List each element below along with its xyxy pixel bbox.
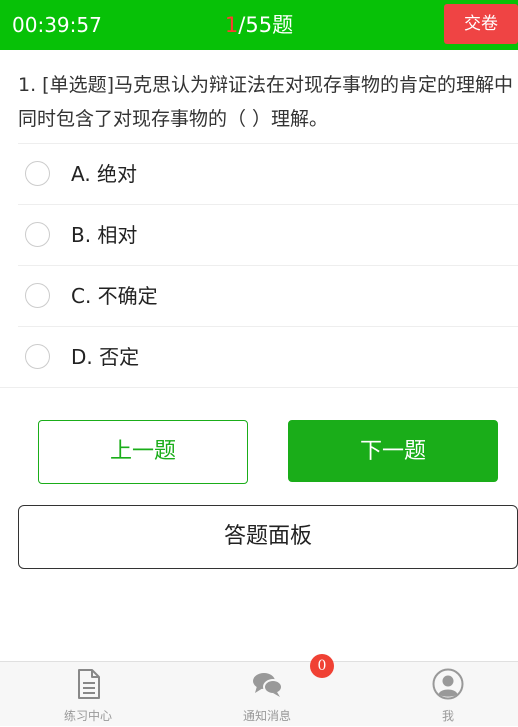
- countdown-timer: 00:39:57: [12, 13, 102, 37]
- user-avatar-icon: [432, 668, 464, 700]
- options-list: A. 绝对 B. 相对 C. 不确定 D. 否定: [0, 143, 518, 388]
- tab-label: 我: [441, 709, 454, 723]
- option-b[interactable]: B. 相对: [0, 205, 518, 265]
- tab-notifications[interactable]: 通知消息: [207, 662, 327, 727]
- top-bar: 00:39:57 1/55题 交卷: [0, 0, 518, 50]
- option-d[interactable]: D. 否定: [0, 327, 518, 387]
- question-text: 1. [单选题]马克思认为辩证法在对现存事物的肯定的理解中同时包含了对现存事物的…: [18, 74, 513, 130]
- tab-me[interactable]: 我: [388, 662, 508, 727]
- option-label: D. 否定: [71, 345, 140, 369]
- tab-label: 通知消息: [242, 709, 291, 723]
- option-label: B. 相对: [71, 223, 138, 247]
- option-label: C. 不确定: [71, 284, 158, 308]
- tab-practice-center[interactable]: 练习中心: [28, 662, 148, 727]
- bottom-tab-bar: 练习中心 通知消息 我: [0, 661, 518, 726]
- option-a[interactable]: A. 绝对: [0, 144, 518, 204]
- tab-label: 练习中心: [63, 709, 112, 723]
- answer-panel-button[interactable]: 答题面板: [18, 505, 518, 569]
- notification-badge: 0: [310, 654, 334, 678]
- radio-circle-icon[interactable]: [25, 222, 50, 247]
- document-icon: [78, 669, 100, 699]
- submit-exam-button[interactable]: 交卷: [444, 4, 518, 44]
- radio-circle-icon[interactable]: [25, 344, 50, 369]
- progress-current: 1: [224, 13, 239, 37]
- progress-total: /55题: [238, 13, 294, 37]
- next-question-button[interactable]: 下一题: [288, 420, 498, 482]
- option-c[interactable]: C. 不确定: [0, 266, 518, 326]
- chat-bubbles-icon: [253, 673, 283, 697]
- radio-circle-icon[interactable]: [25, 161, 50, 186]
- option-label: A. 绝对: [71, 162, 138, 186]
- divider: [0, 387, 518, 388]
- radio-circle-icon[interactable]: [25, 283, 50, 308]
- previous-question-button[interactable]: 上一题: [38, 420, 248, 484]
